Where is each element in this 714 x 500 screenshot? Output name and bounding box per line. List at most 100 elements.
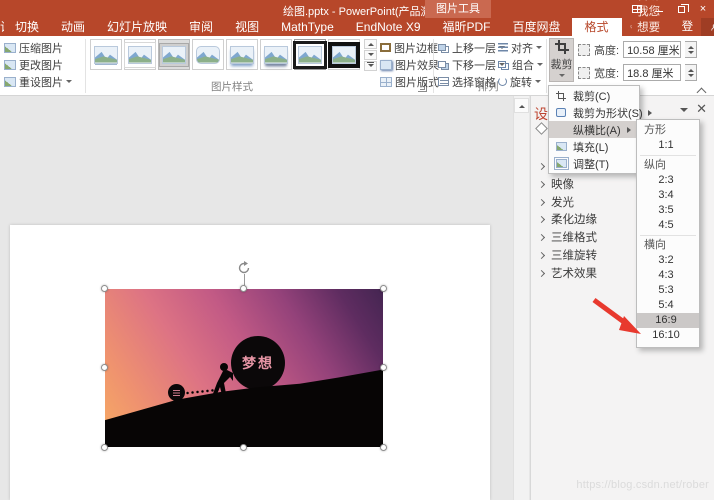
picture-style-thumb[interactable] [124, 39, 156, 70]
menu-item-fit[interactable]: 调整(T) [549, 155, 639, 172]
spin-down-icon [687, 73, 694, 80]
tab-baidu-netdisk[interactable]: 百度网盘 [502, 18, 572, 36]
ratio-item-1-1[interactable]: 1:1 [637, 138, 699, 153]
picture-style-thumb[interactable] [260, 39, 292, 70]
ratio-header-landscape: 横向 [644, 239, 666, 251]
tab-review[interactable]: 审阅 [178, 18, 224, 36]
tab-format-active[interactable]: 格式 [571, 18, 622, 36]
close-button[interactable]: × [692, 0, 714, 18]
pane-section-soft-edges[interactable]: 柔化边缘 [537, 211, 597, 227]
picture-style-thumb[interactable] [158, 39, 190, 70]
width-input[interactable]: 18.8 厘米 [623, 64, 682, 81]
up-arrow-icon [518, 102, 525, 108]
pane-section-label: 三维格式 [551, 232, 597, 244]
pane-section-label: 发光 [551, 197, 574, 209]
menu-item-aspect-ratio[interactable]: 纵横比(A) [549, 121, 639, 138]
rotation-handle[interactable] [237, 261, 251, 275]
pane-section-hidden[interactable] [537, 158, 546, 174]
picture-style-thumb[interactable] [90, 39, 122, 70]
group-separator [85, 39, 86, 93]
more-icon [367, 62, 374, 63]
ratio-item-5-4[interactable]: 5:4 [637, 298, 699, 313]
tab-view[interactable]: 视图 [224, 18, 270, 36]
picture-style-thumb[interactable] [226, 39, 258, 70]
slide[interactable]: 梦想 [10, 225, 490, 500]
crop-button[interactable]: 裁剪 [549, 38, 574, 82]
menu-item-fill[interactable]: 填充(L) [549, 138, 639, 155]
selection-handle-w[interactable] [101, 364, 108, 371]
picture-style-thumb[interactable] [294, 39, 326, 70]
width-icon [578, 66, 590, 79]
ratio-item-16-9-selected[interactable]: 16:9 [637, 313, 699, 328]
collapse-ribbon-icon[interactable] [698, 86, 706, 91]
ratio-item-3-2[interactable]: 3:2 [637, 253, 699, 268]
reset-picture-button[interactable]: 重设图片 [4, 74, 72, 89]
width-spinner[interactable] [685, 64, 698, 81]
pane-section-3d-format[interactable]: 三维格式 [537, 229, 597, 245]
dropdown-arrow-icon [537, 63, 543, 69]
selection-handle-nw[interactable] [101, 285, 108, 292]
tab-animations[interactable]: 动画 [50, 18, 96, 36]
picture-style-preview-icon [94, 45, 118, 64]
pane-section-label: 映像 [551, 179, 574, 191]
pane-section-3d-rotation[interactable]: 三维旋转 [537, 247, 597, 263]
tab-transitions[interactable]: 切换 [4, 18, 50, 36]
picture-effects-icon [380, 59, 392, 70]
picture-style-thumb[interactable] [328, 39, 360, 70]
selection-handle-ne[interactable] [380, 285, 387, 292]
sign-in-button[interactable]: 登录 [674, 18, 702, 51]
csdn-watermark-text: https://blog.csdn.net/rober [576, 479, 709, 491]
height-input[interactable]: 10.58 厘米 [623, 41, 682, 58]
send-backward-button[interactable]: 下移一层 [438, 57, 505, 72]
gallery-scroll-controls [364, 39, 377, 71]
lightbulb-icon [629, 25, 632, 29]
picture-style-thumb[interactable] [192, 39, 224, 70]
pane-section-reflection[interactable]: 映像 [537, 176, 574, 192]
gallery-more-button[interactable] [364, 61, 377, 71]
change-picture-button[interactable]: 更改图片 [4, 57, 63, 72]
tab-mathtype[interactable]: MathType [270, 18, 345, 36]
picture-border-button[interactable]: 图片边框 [380, 40, 447, 55]
menu-item-crop-to-shape[interactable]: 裁剪为形状(S) [549, 104, 652, 121]
effects-icon [535, 122, 548, 135]
menu-item-crop[interactable]: 裁剪(C) [549, 87, 639, 104]
vertical-scrollbar[interactable] [513, 96, 529, 500]
down-arrow-icon [367, 53, 374, 59]
bring-forward-button[interactable]: 上移一层 [438, 40, 505, 55]
send-backward-icon [438, 61, 446, 68]
selection-handle-n[interactable] [240, 285, 247, 292]
scroll-up-button[interactable] [514, 98, 529, 113]
height-spinner[interactable] [685, 41, 698, 58]
context-tab-header[interactable]: 图片工具 [425, 0, 491, 18]
share-button[interactable]: 共享 [701, 18, 714, 36]
tab-foxit-pdf[interactable]: 福昕PDF [432, 18, 502, 36]
selection-handle-se[interactable] [380, 444, 387, 451]
picture-style-preview-icon [125, 42, 155, 67]
menu-item-label: 裁剪(C) [573, 90, 611, 103]
tell-me-box[interactable]: 告诉我您想要做什么... [622, 0, 674, 66]
selection-handle-e[interactable] [380, 364, 387, 371]
tab-endnote[interactable]: EndNote X9 [345, 18, 432, 36]
ratio-item-16-10[interactable]: 16:10 [637, 328, 699, 343]
pane-options-icon[interactable] [680, 108, 688, 116]
ratio-item-4-3[interactable]: 4:3 [637, 268, 699, 283]
selection-handle-s[interactable] [240, 444, 247, 451]
gallery-scroll-up-button[interactable] [364, 39, 377, 49]
ratio-item-3-4[interactable]: 3:4 [637, 188, 699, 203]
compress-picture-button[interactable]: 压缩图片 [4, 40, 63, 55]
ratio-item-2-3[interactable]: 2:3 [637, 173, 699, 188]
selected-picture[interactable]: 梦想 [101, 261, 387, 451]
ratio-item-3-5[interactable]: 3:5 [637, 203, 699, 218]
selection-handle-sw[interactable] [101, 444, 108, 451]
gallery-scroll-down-button[interactable] [364, 50, 377, 60]
ratio-item-5-3[interactable]: 5:3 [637, 283, 699, 298]
pane-section-artistic-effects[interactable]: 艺术效果 [537, 265, 597, 281]
pane-close-button[interactable]: ✕ [696, 102, 707, 115]
ratio-item-4-5[interactable]: 4:5 [637, 218, 699, 233]
tab-slideshow[interactable]: 幻灯片放映 [96, 18, 178, 36]
fit-icon [553, 157, 569, 170]
pane-section-glow[interactable]: 发光 [537, 194, 574, 210]
align-button[interactable]: 对齐 [498, 40, 542, 55]
group-button[interactable]: 组合 [498, 57, 543, 72]
restore-button[interactable] [670, 0, 692, 18]
